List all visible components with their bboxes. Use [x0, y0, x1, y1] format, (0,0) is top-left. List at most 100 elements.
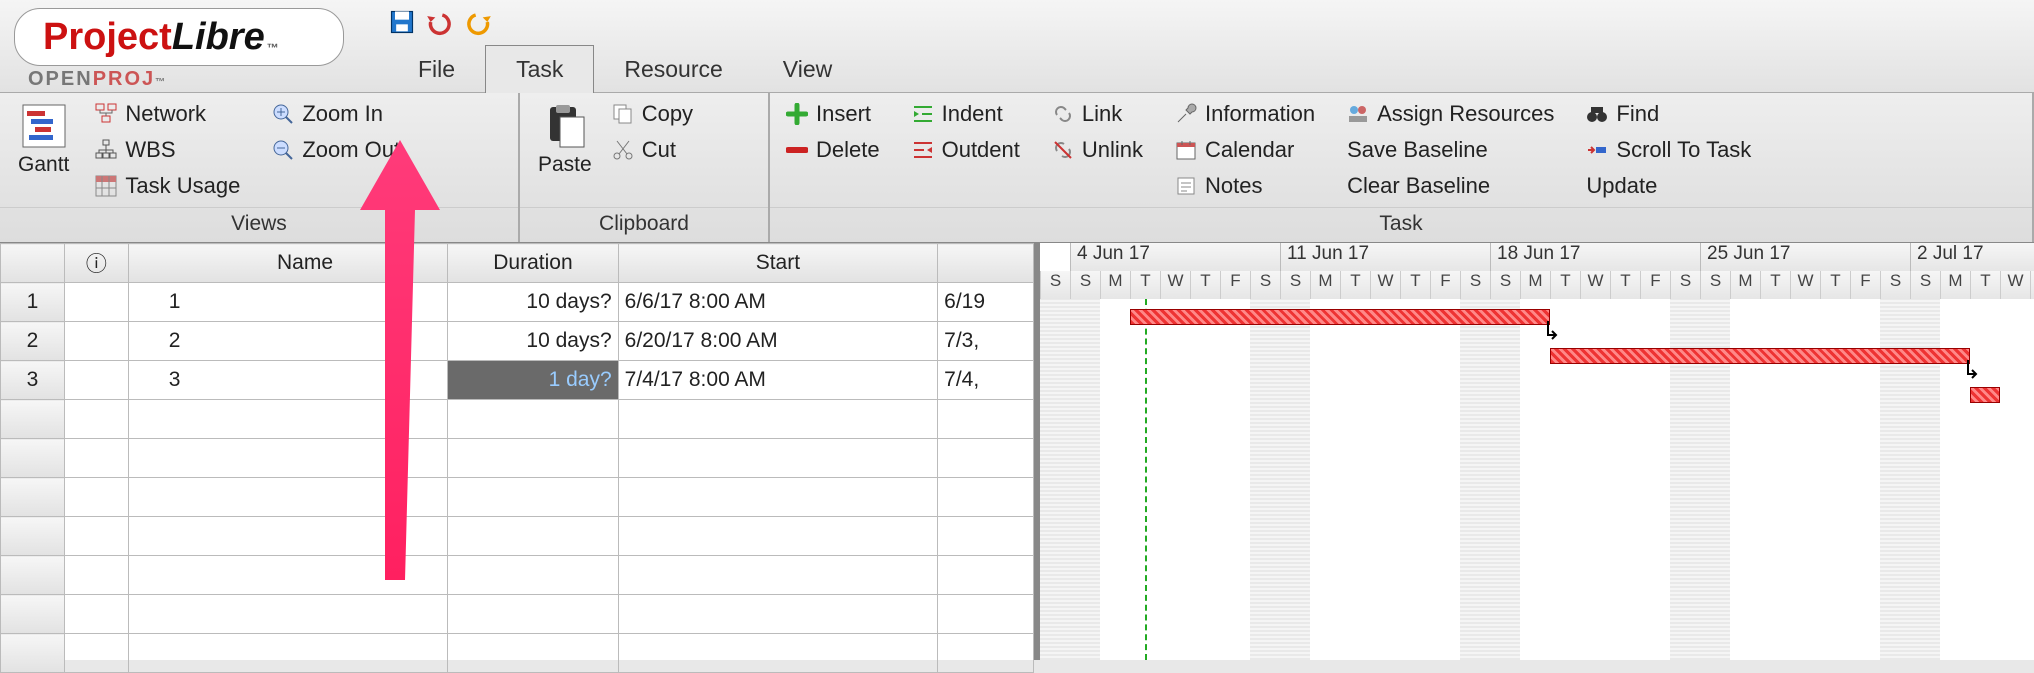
row-number[interactable]	[1, 439, 65, 478]
row-number[interactable]	[1, 517, 65, 556]
name-cell[interactable]	[128, 556, 447, 595]
extra-cell[interactable]	[938, 517, 1034, 556]
duration-cell[interactable]	[448, 400, 618, 439]
table-row[interactable]	[1, 478, 1034, 517]
extra-cell[interactable]	[938, 556, 1034, 595]
info-cell[interactable]	[64, 517, 128, 556]
assign-resources-button[interactable]: Assign Resources	[1341, 99, 1560, 129]
start-cell[interactable]	[618, 439, 937, 478]
table-row[interactable]	[1, 517, 1034, 556]
name-cell[interactable]	[128, 517, 447, 556]
duration-cell[interactable]	[448, 556, 618, 595]
link-button[interactable]: Link	[1046, 99, 1149, 129]
gantt-button[interactable]: Gantt	[10, 99, 77, 181]
extra-cell[interactable]	[938, 400, 1034, 439]
task-usage-button[interactable]: Task Usage	[89, 171, 246, 201]
table-row[interactable]: 331 day?7/4/17 8:00 AM7/4,	[1, 361, 1034, 400]
network-button[interactable]: Network	[89, 99, 246, 129]
extra-cell[interactable]: 6/19	[938, 283, 1034, 322]
notes-button[interactable]: Notes	[1169, 171, 1321, 201]
outdent-button[interactable]: Outdent	[906, 135, 1026, 165]
duration-cell[interactable]	[448, 439, 618, 478]
cut-button[interactable]: Cut	[606, 135, 699, 165]
table-row[interactable]	[1, 439, 1034, 478]
extra-cell[interactable]	[938, 595, 1034, 634]
info-cell[interactable]	[64, 283, 128, 322]
extra-cell[interactable]: 7/4,	[938, 361, 1034, 400]
start-cell[interactable]: 6/20/17 8:00 AM	[618, 322, 937, 361]
row-number[interactable]	[1, 478, 65, 517]
name-cell[interactable]	[128, 439, 447, 478]
start-cell[interactable]: 6/6/17 8:00 AM	[618, 283, 937, 322]
extra-cell[interactable]: 7/3,	[938, 322, 1034, 361]
gantt-bar[interactable]	[1550, 348, 1970, 364]
row-number[interactable]	[1, 634, 65, 673]
col-header-info[interactable]: ⓘ	[64, 244, 128, 283]
find-button[interactable]: Find	[1580, 99, 1757, 129]
calendar-button[interactable]: Calendar	[1169, 135, 1321, 165]
name-cell[interactable]	[128, 595, 447, 634]
table-row[interactable]: 1110 days?6/6/17 8:00 AM6/19	[1, 283, 1034, 322]
duration-cell[interactable]: 10 days?	[448, 283, 618, 322]
start-cell[interactable]: 7/4/17 8:00 AM	[618, 361, 937, 400]
table-row[interactable]	[1, 634, 1034, 673]
info-cell[interactable]	[64, 556, 128, 595]
duration-cell[interactable]	[448, 478, 618, 517]
paste-button[interactable]: Paste	[530, 99, 600, 181]
row-number[interactable]	[1, 556, 65, 595]
duration-cell[interactable]	[448, 634, 618, 673]
gantt-pane[interactable]: SSMTWTFSSMTWTFSSMTWTFSSMTWTFSSMTWT 4 Jun…	[1040, 243, 2034, 660]
table-row[interactable]	[1, 595, 1034, 634]
start-cell[interactable]	[618, 556, 937, 595]
name-cell[interactable]	[128, 400, 447, 439]
info-cell[interactable]	[64, 400, 128, 439]
copy-button[interactable]: Copy	[606, 99, 699, 129]
indent-button[interactable]: Indent	[906, 99, 1026, 129]
table-row[interactable]	[1, 400, 1034, 439]
tab-file[interactable]: File	[388, 46, 485, 93]
name-cell[interactable]	[128, 634, 447, 673]
save-icon[interactable]	[388, 8, 416, 36]
row-number[interactable]	[1, 595, 65, 634]
insert-button[interactable]: Insert	[780, 99, 886, 129]
tab-resource[interactable]: Resource	[594, 46, 752, 93]
clear-baseline-button[interactable]: Clear Baseline	[1341, 171, 1560, 201]
col-header-extra[interactable]	[938, 244, 1034, 283]
undo-icon[interactable]	[426, 8, 454, 36]
unlink-button[interactable]: Unlink	[1046, 135, 1149, 165]
row-number[interactable]: 3	[1, 361, 65, 400]
row-number[interactable]	[1, 400, 65, 439]
name-cell[interactable]: 1	[128, 283, 447, 322]
gantt-bar[interactable]	[1970, 387, 2000, 403]
start-cell[interactable]	[618, 517, 937, 556]
duration-cell[interactable]: 10 days?	[448, 322, 618, 361]
row-number[interactable]: 2	[1, 322, 65, 361]
name-cell[interactable]: 3	[128, 361, 447, 400]
start-cell[interactable]	[618, 634, 937, 673]
info-cell[interactable]	[64, 322, 128, 361]
duration-cell[interactable]	[448, 517, 618, 556]
name-cell[interactable]	[128, 478, 447, 517]
info-cell[interactable]	[64, 439, 128, 478]
tab-task[interactable]: Task	[485, 45, 594, 93]
zoom-out-button[interactable]: Zoom Out	[266, 135, 406, 165]
wbs-button[interactable]: WBS	[89, 135, 246, 165]
row-number[interactable]: 1	[1, 283, 65, 322]
info-cell[interactable]	[64, 595, 128, 634]
info-cell[interactable]	[64, 634, 128, 673]
col-header-name[interactable]: Name	[128, 244, 447, 283]
extra-cell[interactable]	[938, 478, 1034, 517]
info-cell[interactable]	[64, 361, 128, 400]
duration-cell[interactable]	[448, 595, 618, 634]
table-row[interactable]	[1, 556, 1034, 595]
redo-icon[interactable]	[464, 8, 492, 36]
name-cell[interactable]: 2	[128, 322, 447, 361]
extra-cell[interactable]	[938, 439, 1034, 478]
scroll-to-task-button[interactable]: Scroll To Task	[1580, 135, 1757, 165]
col-header-duration[interactable]: Duration	[448, 244, 618, 283]
save-baseline-button[interactable]: Save Baseline	[1341, 135, 1560, 165]
table-row[interactable]: 2210 days?6/20/17 8:00 AM7/3,	[1, 322, 1034, 361]
duration-cell[interactable]: 1 day?	[448, 361, 618, 400]
gantt-bar[interactable]	[1130, 309, 1550, 325]
col-header-rownum[interactable]	[1, 244, 65, 283]
